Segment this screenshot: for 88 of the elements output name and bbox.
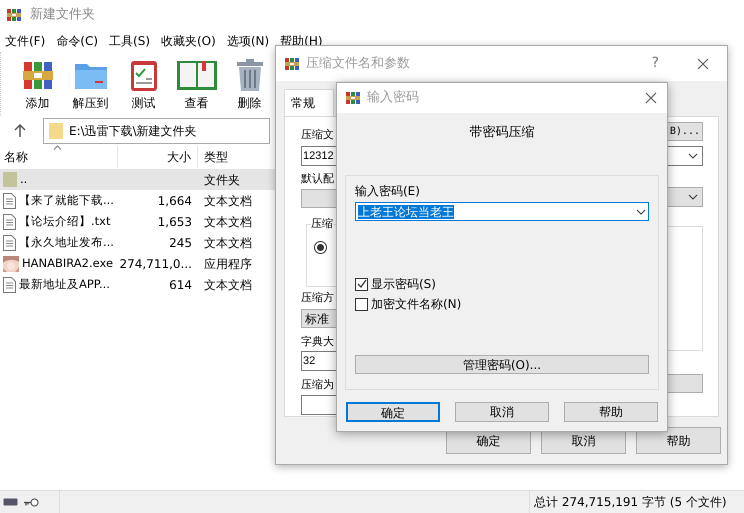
book-icon [176, 58, 218, 92]
column-header[interactable]: 名称 [0, 146, 118, 168]
chevron-down-icon [688, 194, 698, 200]
checkbox[interactable] [355, 298, 368, 310]
toolbar-button[interactable]: 添加 [11, 56, 64, 112]
toolbar-button[interactable]: 解压到 [64, 56, 117, 112]
document-icon [3, 234, 16, 250]
help-glyph[interactable]: ? [652, 53, 659, 74]
file-size: 614 [169, 276, 192, 294]
column-header[interactable]: 大小 [118, 146, 198, 168]
books-icon [284, 56, 300, 72]
menu-item[interactable]: 选项(N) [226, 32, 270, 50]
field-label: 压缩文 [301, 128, 335, 142]
file-row[interactable]: 【来了就能下载... 1,664 文本文档 [0, 190, 275, 211]
address-field[interactable]: E:\迅雷下载\新建文件夹 [43, 118, 270, 144]
password-value: 上老王论坛当老王 [358, 204, 454, 218]
file-name: 【永久地址发布... [19, 234, 114, 251]
chevron-down-icon [636, 208, 646, 214]
toolbar-button[interactable]: 查看 [170, 56, 223, 112]
file-size: 245 [169, 234, 192, 252]
field-label: 默认配 [301, 172, 335, 186]
file-size: 274,711,0... [119, 256, 192, 272]
radio-button[interactable] [314, 241, 327, 254]
checkbox-label: 加密文件名称(N) [371, 296, 462, 312]
close-icon[interactable] [645, 92, 657, 104]
status-text: 总计 274,715,191 字节 (5 个文件) [533, 494, 728, 511]
toolbar-button[interactable]: 删除 [223, 56, 276, 112]
dictionary-field[interactable]: 32 [301, 351, 337, 371]
window-title: 输入密码 [367, 89, 420, 108]
field-label: 压缩为 [301, 378, 335, 392]
window-title: 新建文件夹 [30, 6, 95, 24]
books-icon [6, 7, 22, 23]
dialog-heading: 带密码压缩 [470, 124, 534, 142]
dialog-button[interactable]: 取消 [455, 402, 549, 422]
file-name: 【论坛介绍】.txt [19, 212, 110, 230]
file-row[interactable]: 最新地址及APP... 614 文本文档 [0, 274, 275, 295]
file-row[interactable]: HANABIRA2.exe 274,711,0... 应用程序 [0, 253, 275, 274]
menu-item[interactable]: 收藏夹(O) [161, 32, 216, 50]
field-label: 压缩方 [301, 291, 335, 305]
file-name: HANABIRA2.exe [22, 254, 114, 272]
file-type: 应用程序 [204, 256, 252, 270]
file-name: 最新地址及APP... [19, 276, 110, 293]
window-title: 压缩文件名和参数 [306, 54, 411, 73]
document-icon [3, 276, 16, 292]
file-name: .. [20, 170, 28, 188]
toolbar-button[interactable]: 测试 [117, 56, 170, 112]
up-arrow-icon[interactable] [14, 124, 26, 138]
split-size-field[interactable] [301, 395, 337, 415]
menu-item[interactable]: 工具(S) [109, 32, 150, 50]
sort-caret-icon [53, 145, 62, 150]
password-combo[interactable]: 上老王论坛当老王 [355, 202, 649, 221]
file-type: 文本文档 [204, 236, 252, 250]
dialog-button[interactable]: 帮助 [564, 402, 658, 422]
close-icon[interactable] [697, 58, 709, 70]
method-dropdown[interactable]: 标准 [301, 309, 337, 328]
tab[interactable]: 常规 [284, 89, 334, 116]
checkbox-label: 显示密码(S) [371, 276, 436, 292]
file-type: 文本文档 [204, 278, 252, 292]
books-icon [345, 90, 361, 106]
folder-icon [49, 123, 63, 139]
file-size: 1,664 [158, 192, 192, 210]
field-label: 字典大 [301, 335, 335, 349]
document-icon [3, 192, 16, 208]
file-name: 【来了就能下载... [19, 192, 114, 209]
file-type: 文本文档 [204, 194, 252, 208]
dialog-button[interactable]: 确定 [346, 402, 440, 422]
manage-passwords-button[interactable]: 管理密码(O)... [355, 355, 649, 374]
chevron-down-icon [688, 153, 698, 159]
checkbox[interactable] [355, 278, 368, 290]
file-row[interactable]: .. 文件夹 [0, 169, 275, 190]
menu-item[interactable]: 文件(F) [5, 32, 46, 50]
archive-name-field[interactable]: 12312 [301, 146, 337, 166]
dialog-button[interactable]: 帮助 [636, 427, 721, 454]
folder-icon [3, 172, 17, 187]
clipboard-icon [128, 58, 158, 92]
file-row[interactable]: 【论坛介绍】.txt 1,653 文本文档 [0, 211, 275, 232]
drive-icon [3, 498, 18, 506]
file-row[interactable]: 【永久地址发布... 245 文本文档 [0, 232, 275, 253]
field-label: 输入密码(E) [355, 184, 421, 198]
trash-icon [234, 58, 264, 92]
column-header[interactable]: 类型 [198, 146, 275, 168]
file-size: 1,653 [158, 214, 192, 230]
document-icon [3, 214, 16, 230]
key-icon [23, 498, 39, 506]
menu-item[interactable]: 命令(C) [56, 32, 98, 50]
file-type: 文件夹 [204, 172, 240, 186]
file-type: 文本文档 [204, 214, 252, 228]
group-label: 压缩 [311, 217, 334, 231]
